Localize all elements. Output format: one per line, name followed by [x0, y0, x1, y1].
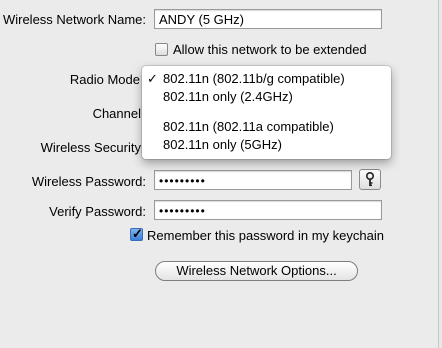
- network-name-label: Wireless Network Name:: [2, 12, 146, 27]
- verify-password-value: •••••••••: [159, 204, 206, 218]
- key-button[interactable]: [359, 169, 381, 190]
- menu-item-label: 802.11n (802.11b/g compatible): [163, 71, 345, 86]
- network-name-field[interactable]: ANDY (5 GHz): [154, 9, 382, 29]
- allow-extend-label: Allow this network to be extended: [173, 42, 367, 57]
- menu-item-80211n-bg[interactable]: ✓ 802.11n (802.11b/g compatible): [142, 70, 391, 88]
- network-name-value: ANDY (5 GHz): [159, 12, 244, 27]
- checkmark-icon: ✓: [132, 226, 143, 241]
- selected-check-icon: ✓: [147, 71, 158, 86]
- menu-item-label: 802.11n only (5GHz): [163, 137, 282, 152]
- wireless-password-label: Wireless Password:: [31, 174, 146, 189]
- radio-mode-menu: ✓ 802.11n (802.11b/g compatible) 802.11n…: [142, 66, 391, 159]
- remember-password-label: Remember this password in my keychain: [147, 228, 384, 243]
- verify-password-label: Verify Password:: [49, 204, 146, 219]
- menu-item-80211n-a-compatible[interactable]: 802.11n (802.11a compatible): [142, 118, 391, 136]
- channel-label: Channel: [92, 106, 141, 121]
- menu-item-label: 802.11n only (2.4GHz): [163, 89, 293, 104]
- verify-password-field[interactable]: •••••••••: [154, 200, 382, 220]
- menu-item-80211n-only-5ghz[interactable]: 802.11n only (5GHz): [142, 136, 391, 154]
- radio-mode-label: Radio Mode: [69, 72, 140, 87]
- wireless-settings-pane: Wireless Network Name: ANDY (5 GHz) Allo…: [0, 0, 439, 348]
- wireless-network-options-button[interactable]: Wireless Network Options...: [155, 261, 358, 281]
- allow-extend-checkbox[interactable]: [155, 43, 168, 56]
- wireless-password-field[interactable]: •••••••••: [154, 170, 352, 190]
- menu-item-label: 802.11n (802.11a compatible): [163, 119, 334, 134]
- remember-password-checkbox[interactable]: ✓: [130, 226, 143, 241]
- wireless-security-label: Wireless Security: [40, 140, 141, 155]
- key-icon: [366, 171, 375, 187]
- menu-item-80211n-only-24ghz[interactable]: 802.11n only (2.4GHz): [142, 88, 391, 106]
- wireless-password-value: •••••••••: [159, 174, 206, 188]
